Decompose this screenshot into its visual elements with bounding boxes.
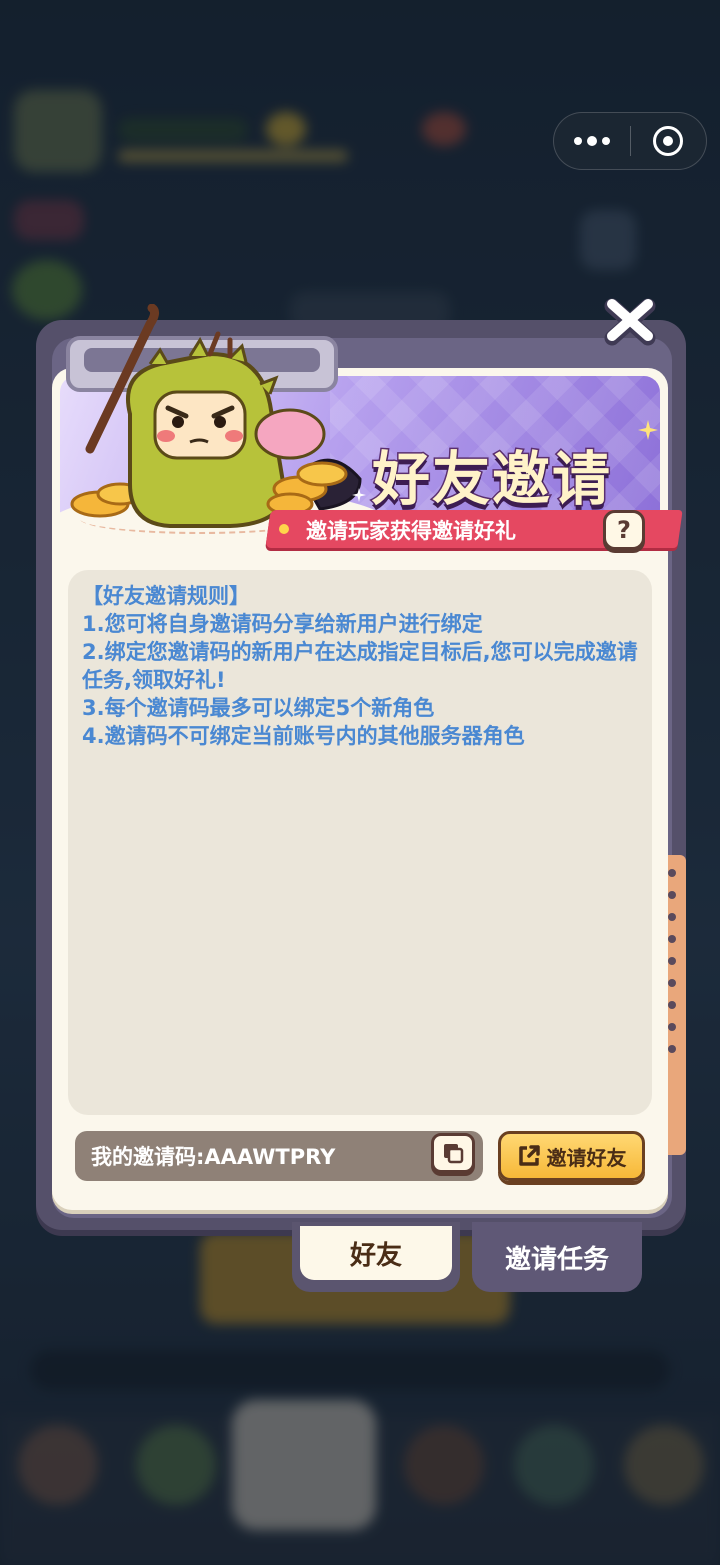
copy-code-button[interactable] <box>431 1133 475 1173</box>
rule-item: 3.每个邀请码最多可以绑定5个新角色 <box>82 696 435 720</box>
ribbon-dot <box>279 524 289 534</box>
rule-item: 4.邀请码不可绑定当前账号内的其他服务器角色 <box>82 724 525 748</box>
share-icon <box>518 1145 540 1166</box>
rule-item: 1.您可将自身邀请码分享给新用户进行绑定 <box>82 612 483 636</box>
rules-panel: 【好友邀请规则】 1.您可将自身邀请码分享给新用户进行绑定 2.绑定您邀请码的新… <box>68 570 652 1115</box>
invite-code-text: 我的邀请码:AAAWTPRY <box>91 1145 336 1169</box>
tab-friends-label: 好友 <box>349 1240 402 1271</box>
more-dots-icon[interactable] <box>554 113 630 169</box>
tab-invite-tasks-label: 邀请任务 <box>504 1244 609 1275</box>
close-icon[interactable] <box>604 296 656 346</box>
tab-friends[interactable]: 好友 <box>292 1222 460 1292</box>
durian-mascot-illustration <box>70 304 362 528</box>
rule-item: 2.绑定您邀请码的新用户在达成指定目标后,您可以完成邀请任务,领取好礼! <box>82 640 638 692</box>
sparkle-icon <box>638 420 658 440</box>
tab-invite-tasks[interactable]: 邀请任务 <box>472 1222 642 1292</box>
help-button[interactable]: ? <box>603 510 645 550</box>
invite-friends-button[interactable]: 邀请好友 <box>498 1131 645 1181</box>
rules-heading: 【好友邀请规则】 <box>82 584 250 608</box>
dialog-subtitle: 邀请玩家获得邀请好礼 <box>306 519 516 543</box>
copy-icon <box>444 1144 464 1164</box>
miniprogram-capsule <box>553 112 707 170</box>
dialog-title: 好友邀请 <box>371 444 613 515</box>
sparkle-icon <box>352 488 366 502</box>
target-circle-icon[interactable] <box>631 113 706 169</box>
invite-code-field: 我的邀请码:AAAWTPRY <box>75 1131 483 1181</box>
invite-button-label: 邀请好友 <box>546 1145 627 1170</box>
